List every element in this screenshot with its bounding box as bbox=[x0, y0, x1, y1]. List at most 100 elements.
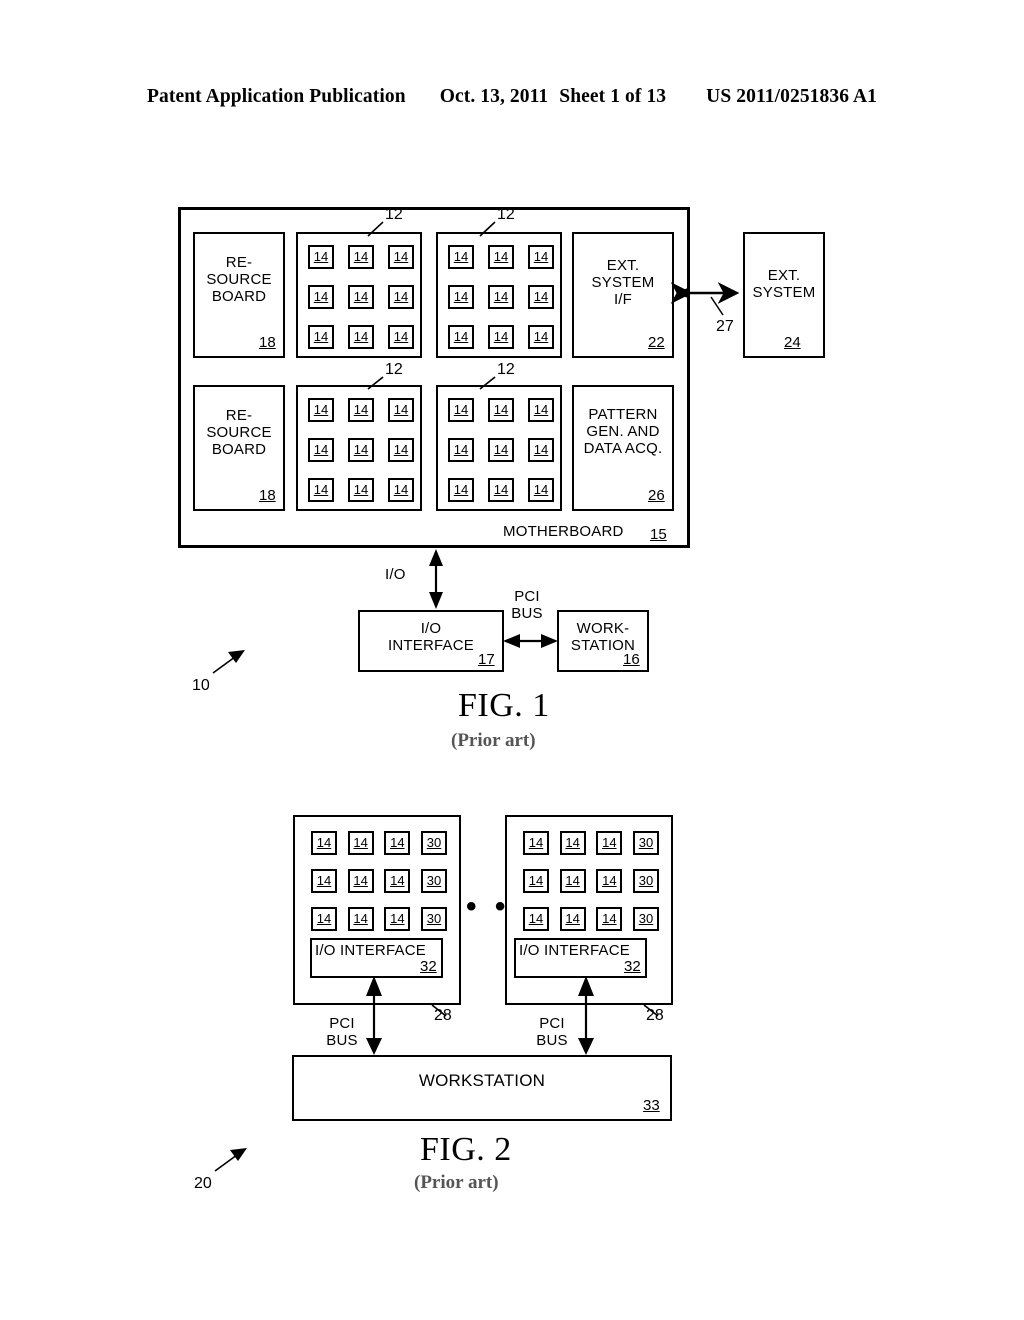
module-cell-label: 14 bbox=[313, 402, 329, 417]
module-cell-label: 14 bbox=[393, 249, 409, 264]
module-cell-label: 14 bbox=[453, 482, 469, 497]
cell-label: 14 bbox=[390, 873, 405, 888]
motherboard-ref: 15 bbox=[650, 526, 667, 543]
test-panel-2-ref: 28 bbox=[646, 1007, 664, 1024]
module-cell-label: 14 bbox=[533, 289, 549, 304]
resource-board-bottom-ref: 18 bbox=[259, 487, 276, 504]
module-cell-label: 14 bbox=[393, 482, 409, 497]
module-cell-label: 14 bbox=[493, 442, 509, 457]
pattern-gen-ref: 26 bbox=[648, 487, 665, 504]
ext-system-if-label: EXT. SYSTEM I/F bbox=[591, 257, 655, 308]
module-cell: 14 bbox=[388, 325, 414, 349]
module-cell-label: 14 bbox=[533, 402, 549, 417]
module-cell: 14 bbox=[488, 478, 514, 502]
cell-label: 14 bbox=[390, 911, 405, 926]
module-cell: 14 bbox=[308, 398, 334, 422]
module-cell-label: 14 bbox=[533, 249, 549, 264]
module-cell-label: 14 bbox=[393, 442, 409, 457]
cell-label: 14 bbox=[528, 873, 544, 888]
module-cell: 14 bbox=[448, 438, 474, 462]
cell-label: 14 bbox=[528, 911, 544, 926]
module-cell: 14 bbox=[448, 285, 474, 309]
module-cell-label: 14 bbox=[493, 289, 509, 304]
module-cell: 14 bbox=[488, 285, 514, 309]
fig1-system-ref: 10 bbox=[192, 677, 210, 694]
resource-board-bottom-label: RE- SOURCE BOARD bbox=[206, 407, 272, 458]
module-cell: 14 bbox=[523, 907, 549, 931]
module-cell: 14 bbox=[347, 869, 374, 893]
module-cell: 14 bbox=[528, 285, 554, 309]
module-cell-label: 14 bbox=[353, 402, 369, 417]
module-cell: 14 bbox=[488, 398, 514, 422]
cell-label: 14 bbox=[528, 835, 544, 850]
module-cell: 14 bbox=[596, 831, 623, 855]
module-cell: 14 bbox=[488, 438, 514, 462]
module-cell-label: 14 bbox=[493, 249, 509, 264]
module-cell: 14 bbox=[348, 285, 374, 309]
module-cell: 14 bbox=[311, 907, 337, 931]
module-cell: 14 bbox=[523, 831, 549, 855]
module-cell-label: 14 bbox=[313, 442, 329, 457]
cell-label: 14 bbox=[565, 835, 580, 850]
module-cell: 14 bbox=[448, 245, 474, 269]
module-grid-4: 14 14 14 14 14 14 14 14 14 bbox=[436, 385, 562, 511]
panel-1-io-interface-ref: 32 bbox=[420, 958, 437, 975]
connector-layer bbox=[212, 221, 740, 1172]
module-cell: 14 bbox=[596, 869, 623, 893]
interface-cell: 30 bbox=[421, 907, 447, 931]
module-cell: 14 bbox=[528, 478, 554, 502]
module-grid-2-ref: 12 bbox=[497, 206, 515, 223]
module-cell: 14 bbox=[384, 907, 411, 931]
pattern-gen-label: PATTERN GEN. AND DATA ACQ. bbox=[583, 406, 663, 457]
module-grid-3-ref: 12 bbox=[385, 361, 403, 378]
io-interface-ref: 17 bbox=[478, 651, 495, 668]
cell-label: 14 bbox=[390, 835, 405, 850]
module-grid-3: 14 14 14 14 14 14 14 14 14 bbox=[296, 385, 422, 511]
ext-system-if-ref: 22 bbox=[648, 334, 665, 351]
panel-1-io-interface-label: I/O INTERFACE bbox=[315, 942, 426, 959]
module-cell-label: 14 bbox=[313, 289, 329, 304]
cell-label: 14 bbox=[316, 873, 332, 888]
module-cell: 14 bbox=[388, 438, 414, 462]
workstation-label-fig2: WORKSTATION bbox=[418, 1071, 546, 1090]
module-cell: 14 bbox=[448, 325, 474, 349]
module-grid-1-ref: 12 bbox=[385, 206, 403, 223]
module-cell-label: 14 bbox=[493, 402, 509, 417]
module-cell: 14 bbox=[347, 907, 374, 931]
cell-label: 14 bbox=[602, 911, 617, 926]
module-cell: 14 bbox=[308, 285, 334, 309]
module-cell: 14 bbox=[347, 831, 374, 855]
io-interface-label: I/O INTERFACE bbox=[388, 620, 474, 654]
module-cell-label: 14 bbox=[533, 442, 549, 457]
io-bus-label: I/O bbox=[385, 566, 406, 583]
module-cell: 14 bbox=[488, 325, 514, 349]
module-cell-label: 14 bbox=[393, 402, 409, 417]
module-cell-label: 14 bbox=[313, 329, 329, 344]
module-cell: 14 bbox=[448, 478, 474, 502]
module-cell: 14 bbox=[528, 325, 554, 349]
cell-label: 30 bbox=[638, 873, 654, 888]
module-cell-label: 14 bbox=[313, 482, 329, 497]
fig2-caption: FIG. 2 bbox=[420, 1131, 512, 1168]
cell-label: 30 bbox=[426, 873, 442, 888]
module-cell: 14 bbox=[348, 478, 374, 502]
module-cell: 14 bbox=[559, 831, 586, 855]
cell-label: 30 bbox=[426, 835, 442, 850]
cell-label: 14 bbox=[602, 873, 617, 888]
module-cell-label: 14 bbox=[353, 442, 369, 457]
module-cell: 14 bbox=[528, 398, 554, 422]
resource-board-top-ref: 18 bbox=[259, 334, 276, 351]
module-cell: 14 bbox=[388, 398, 414, 422]
motherboard-label: MOTHERBOARD bbox=[503, 523, 624, 540]
module-cell: 14 bbox=[348, 438, 374, 462]
workstation-label-fig1: WORK- STATION bbox=[570, 620, 636, 654]
panel-2-io-interface-ref: 32 bbox=[624, 958, 641, 975]
module-cell-label: 14 bbox=[453, 289, 469, 304]
publication-header: Patent Application Publication Oct. 13, 2… bbox=[0, 86, 1024, 108]
module-cell-label: 14 bbox=[353, 329, 369, 344]
pci-bus-label-panel-2: PCI BUS bbox=[536, 1015, 568, 1049]
module-grid-1: 14 14 14 14 14 14 14 14 14 bbox=[296, 232, 422, 358]
module-cell: 14 bbox=[311, 869, 337, 893]
module-cell-label: 14 bbox=[533, 482, 549, 497]
module-cell: 14 bbox=[448, 398, 474, 422]
